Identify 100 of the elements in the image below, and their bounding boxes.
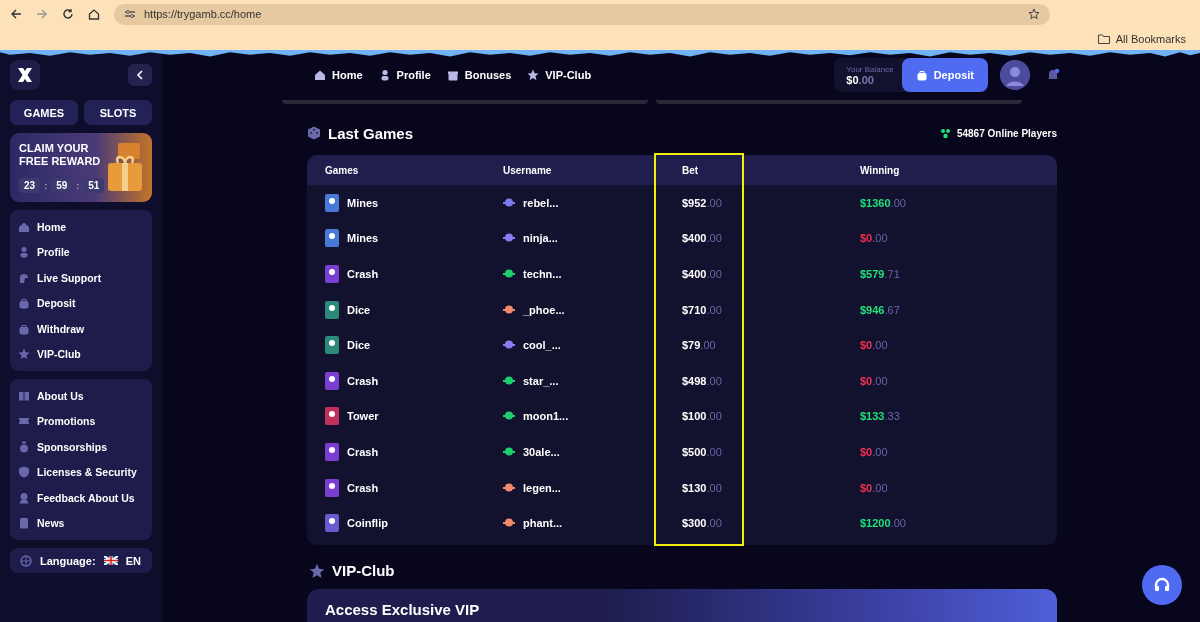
sidebar-item[interactable]: VIP-Club bbox=[10, 341, 152, 367]
language-label: Language: bbox=[40, 554, 96, 567]
timer-separator: : bbox=[76, 180, 80, 191]
reward-title: CLAIM YOUR FREE REWARD bbox=[19, 142, 102, 168]
badge-icon bbox=[18, 491, 30, 504]
nav-link[interactable]: Home bbox=[314, 69, 363, 81]
bag-icon bbox=[18, 297, 30, 310]
username: _phoe... bbox=[523, 303, 565, 316]
game-name: Dice bbox=[347, 303, 371, 316]
reload-icon[interactable] bbox=[62, 8, 74, 20]
winning-amount: $133.33 bbox=[860, 410, 900, 423]
reward-banner[interactable]: CLAIM YOUR FREE REWARD 23 : 59 : 51 bbox=[10, 133, 152, 202]
banner-title: Access Exclusive VIP bbox=[325, 600, 481, 618]
nav-link[interactable]: VIP-Club bbox=[527, 69, 592, 81]
bag-icon bbox=[915, 69, 928, 81]
username: techn... bbox=[523, 268, 562, 280]
home-icon[interactable] bbox=[88, 8, 100, 20]
bet-amount: $500.00 bbox=[682, 445, 722, 458]
winning-amount: $0.00 bbox=[860, 232, 888, 245]
star-icon bbox=[309, 562, 325, 579]
avatar-icon[interactable] bbox=[1000, 60, 1030, 90]
username: rebel... bbox=[523, 196, 559, 209]
winning-amount: $0.00 bbox=[860, 445, 888, 458]
language-code: EN bbox=[125, 554, 141, 567]
bet-amount: $79.00 bbox=[682, 339, 716, 352]
sidebar-item[interactable]: Profile bbox=[10, 239, 152, 265]
bet-amount: $710.00 bbox=[682, 303, 722, 316]
user-avatar-icon bbox=[503, 268, 515, 280]
bet-amount: $100.00 bbox=[682, 410, 722, 423]
dice-icon bbox=[307, 126, 321, 140]
user-avatar-icon bbox=[503, 445, 515, 458]
players-icon bbox=[939, 127, 951, 139]
winning-amount: $0.00 bbox=[860, 374, 888, 387]
bet-amount: $300.00 bbox=[682, 517, 722, 530]
deposit-button[interactable]: Deposit bbox=[901, 58, 988, 92]
medal-icon bbox=[18, 440, 30, 453]
winning-amount: $579.71 bbox=[860, 268, 900, 280]
nav-link[interactable]: Profile bbox=[378, 69, 431, 81]
star-icon bbox=[18, 348, 30, 361]
vip-banner[interactable]: Access Exclusive VIP bbox=[307, 588, 1057, 622]
gift-icon bbox=[446, 69, 459, 81]
balance-amount: $0.00 bbox=[846, 73, 875, 86]
site-logo[interactable] bbox=[10, 60, 40, 90]
username: phant... bbox=[523, 517, 563, 530]
bet-amount: $498.00 bbox=[682, 374, 722, 387]
column-header: Bet bbox=[682, 164, 700, 176]
game-name: Tower bbox=[347, 410, 379, 423]
clipboard-icon bbox=[18, 517, 30, 530]
game-name: Mines bbox=[347, 196, 379, 209]
sidebar-item[interactable]: Live Support bbox=[10, 265, 152, 291]
address-bar[interactable]: https://trygamb.cc/home bbox=[114, 3, 1050, 25]
book-icon bbox=[18, 389, 30, 402]
winning-amount: $0.00 bbox=[860, 481, 888, 494]
bookmark-star-icon[interactable] bbox=[1028, 8, 1040, 20]
sidebar-item[interactable]: Licenses & Security bbox=[10, 459, 152, 485]
timer-separator: : bbox=[44, 180, 48, 191]
sidebar-item[interactable]: Feedback About Us bbox=[10, 485, 152, 511]
bet-amount: $130.00 bbox=[682, 481, 722, 494]
game-name: Crash bbox=[347, 374, 379, 387]
online-players-count: 54867 Online Players bbox=[956, 127, 1057, 139]
username: cool_... bbox=[523, 339, 561, 352]
section-title: Last Games bbox=[328, 124, 415, 142]
column-header: Games bbox=[325, 164, 360, 176]
collapse-sidebar-button[interactable] bbox=[128, 64, 152, 86]
user-avatar-icon bbox=[503, 196, 515, 209]
category-tab[interactable]: GAMES bbox=[10, 100, 78, 125]
category-tab[interactable]: SLOTS bbox=[84, 100, 152, 125]
nav-link[interactable]: Bonuses bbox=[446, 69, 512, 81]
folder-icon bbox=[1097, 34, 1110, 44]
winning-amount: $946.67 bbox=[860, 303, 900, 316]
chevron-left-icon bbox=[136, 70, 144, 80]
back-icon[interactable] bbox=[10, 8, 22, 20]
username: legen... bbox=[523, 481, 561, 494]
game-name: Crash bbox=[347, 481, 379, 494]
game-name: Coinflip bbox=[347, 517, 388, 530]
winning-amount: $1200.00 bbox=[860, 517, 906, 530]
sidebar-item[interactable]: News bbox=[10, 510, 152, 536]
user-avatar-icon bbox=[503, 303, 515, 316]
winning-amount: $0.00 bbox=[860, 339, 888, 352]
sidebar-item[interactable]: Deposit bbox=[10, 290, 152, 316]
bookmarks-label[interactable]: All Bookmarks bbox=[1115, 33, 1186, 45]
username: star_... bbox=[523, 374, 559, 387]
sidebar-item[interactable]: Sponsorships bbox=[10, 434, 152, 460]
house-icon bbox=[314, 69, 326, 81]
bell-icon[interactable] bbox=[1046, 68, 1060, 82]
column-header: Winning bbox=[860, 164, 901, 176]
globe-icon bbox=[20, 554, 32, 567]
game-name: Dice bbox=[347, 339, 371, 352]
bet-amount: $400.00 bbox=[682, 268, 722, 280]
section-title: VIP-Club bbox=[332, 562, 395, 580]
site-settings-icon[interactable] bbox=[124, 8, 136, 20]
sidebar-item[interactable]: Promotions bbox=[10, 408, 152, 434]
username: ninja... bbox=[523, 232, 558, 245]
game-name: Mines bbox=[347, 232, 379, 245]
sidebar-item[interactable]: Home bbox=[10, 214, 152, 240]
language-selector[interactable]: Language: EN bbox=[10, 548, 152, 573]
bag-icon bbox=[18, 322, 30, 335]
sidebar-item[interactable]: Withdraw bbox=[10, 316, 152, 342]
username: 30ale... bbox=[523, 445, 560, 458]
sidebar-item[interactable]: About Us bbox=[10, 383, 152, 409]
